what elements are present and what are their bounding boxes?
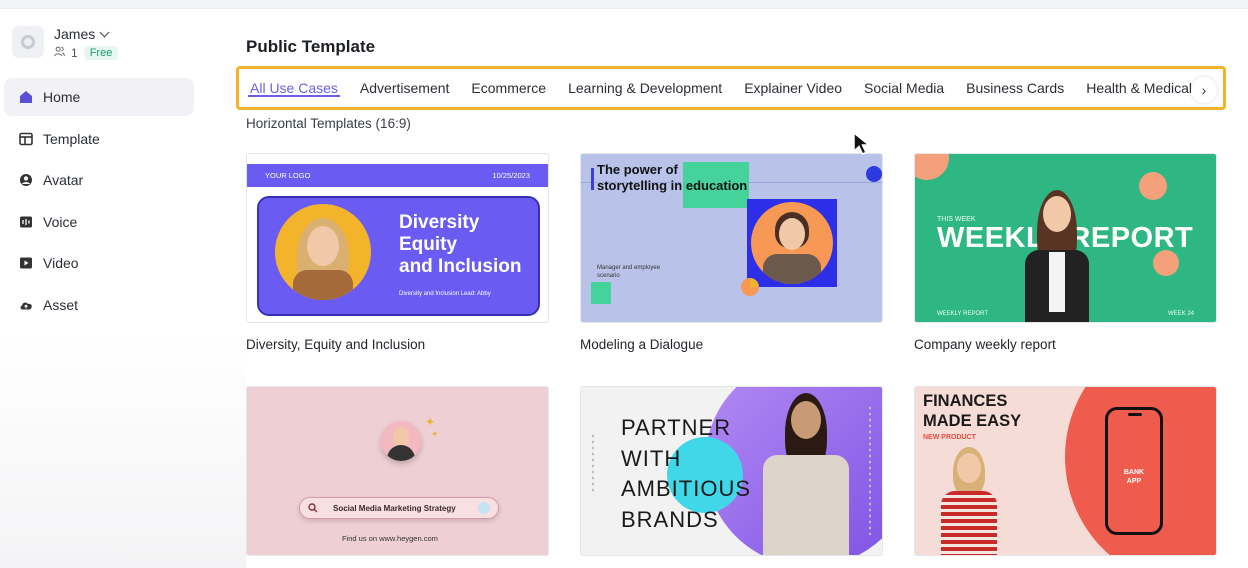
thumb-header-strip: YOUR LOGO 10/25/2023 [247,164,548,187]
tab-all-use-cases[interactable]: All Use Cases [239,69,349,107]
sidebar-fade [0,330,246,568]
thumb-green-square [591,282,611,304]
presenter-figure [757,393,855,555]
template-card-finances[interactable]: FINANCES MADE EASY NEW PRODUCT BANK APP [914,386,1217,556]
mic-icon [478,502,490,514]
sidebar-item-label: Asset [43,296,79,313]
tab-business-cards[interactable]: Business Cards [955,69,1075,107]
phone-icon: BANK APP [1105,407,1163,535]
thumb-headline: Diversity Equity and Inclusion [399,212,522,277]
presenter-figure [1023,190,1091,322]
sidebar-item-label: Avatar [43,172,84,188]
plan-badge: Free [83,46,119,60]
sidebar-item-label: Template [43,130,100,147]
member-count: 1 [71,46,78,60]
page-title: Public Template [246,37,376,56]
category-tabs: All Use Cases Advertisement Ecommerce Le… [236,66,1226,110]
thumb-footer: Find us on www.heygen.com [342,534,438,543]
template-card-partner-brands[interactable]: PARTNER WITH AMBITIOUS BRANDS [580,386,883,556]
presenter-avatar [751,202,833,284]
account-meta: 1 Free [54,46,119,60]
members-icon [54,46,65,60]
tab-ecommerce[interactable]: Ecommerce [460,69,557,107]
sidebar-item-template[interactable]: Template [4,120,194,158]
sidebar-item-voice[interactable]: Voice [4,203,194,241]
sidebar-item-label: Voice [43,213,78,230]
presenter-avatar [275,204,371,300]
thumb-subtitle: NEW PRODUCT [923,434,976,441]
template-card-diversity[interactable]: YOUR LOGO 10/25/2023 Diversity Equity an… [246,153,549,323]
avatar[interactable] [12,26,44,58]
sidebar-item-home[interactable]: Home [4,78,194,116]
template-card-modeling-dialogue[interactable]: The power of storytelling in education M… [580,153,883,323]
thumb-accent-bar [591,168,594,190]
sidebar-item-label: Video [43,255,79,271]
thumb-logo-text: YOUR LOGO [265,171,311,180]
account-name-row[interactable]: James [54,26,118,42]
thumb-subtitle: Diversity and Inclusion Lead: Abby [399,291,491,297]
template-card-weekly-report[interactable]: THIS WEEK WEEKLY REPORT WEEKLY REPORT WE… [914,153,1217,323]
account-name: James [54,26,96,42]
thumb-small-text: Manager and employee scenario [597,265,661,279]
sparkle-icon: ✦ [425,415,436,429]
thumb-headline: PARTNER WITH AMBITIOUS BRANDS [621,415,752,532]
tab-social-media[interactable]: Social Media [853,69,955,107]
sidebar-item-video[interactable]: Video [4,244,194,282]
presenter-figure [939,447,999,555]
thumb-footer-left: WEEKLY REPORT [937,311,989,317]
home-icon [19,90,33,104]
cloud-icon [19,298,33,312]
sidebar-nav: Home Template Avatar Voice Video Asset [4,78,194,327]
thumb-footer-right: WEEK 24 [1167,311,1194,317]
account-info: James 1 Free [54,26,119,60]
video-icon [19,256,33,270]
avatar-icon [19,173,33,187]
thumb-dots [868,405,872,535]
sidebar-item-asset[interactable]: Asset [4,286,194,324]
account-switcher[interactable]: James 1 Free [12,26,119,60]
mouse-cursor-icon [853,131,872,155]
tab-learning-development[interactable]: Learning & Development [557,69,733,107]
section-label: Horizontal Templates (16:9) [246,116,411,131]
presenter-avatar [381,421,421,461]
template-title[interactable]: Diversity, Equity and Inclusion [246,337,425,352]
sparkle-icon: ✦ [431,429,439,439]
thumb-blob [1139,172,1167,200]
tab-explainer-video[interactable]: Explainer Video [733,69,853,107]
template-card-social-media[interactable]: ✦ ✦ Social Media Marketing Strategy Find… [246,386,549,556]
chevron-down-icon [99,27,110,37]
thumb-dot [866,166,882,182]
sidebar-item-label: Home [43,89,81,105]
tab-health-medical[interactable]: Health & Medical [1075,69,1203,107]
thumb-blob [915,154,949,180]
thumb-pie-shape [741,278,759,296]
sidebar-item-avatar[interactable]: Avatar [4,161,194,199]
tab-advertisement[interactable]: Advertisement [349,69,460,107]
thumb-headline: The power of storytelling in education [597,162,748,193]
chevron-right-icon[interactable]: › [1191,77,1217,103]
thumb-search-text: Social Media Marketing Strategy [333,504,456,513]
template-title[interactable]: Company weekly report [914,337,1056,352]
top-bar [0,0,1248,9]
search-icon [308,503,318,515]
thumb-headline: FINANCES MADE EASY [923,392,1022,430]
thumb-date-text: 10/25/2023 [492,171,530,180]
thumb-dots [591,433,595,493]
template-icon [19,132,33,146]
template-title[interactable]: Modeling a Dialogue [580,337,703,352]
thumb-phone-text: BANK APP [1123,469,1145,485]
voice-icon [19,215,33,229]
avatar-placeholder-icon [21,35,35,49]
thumb-search-bar: Social Media Marketing Strategy [299,497,499,519]
